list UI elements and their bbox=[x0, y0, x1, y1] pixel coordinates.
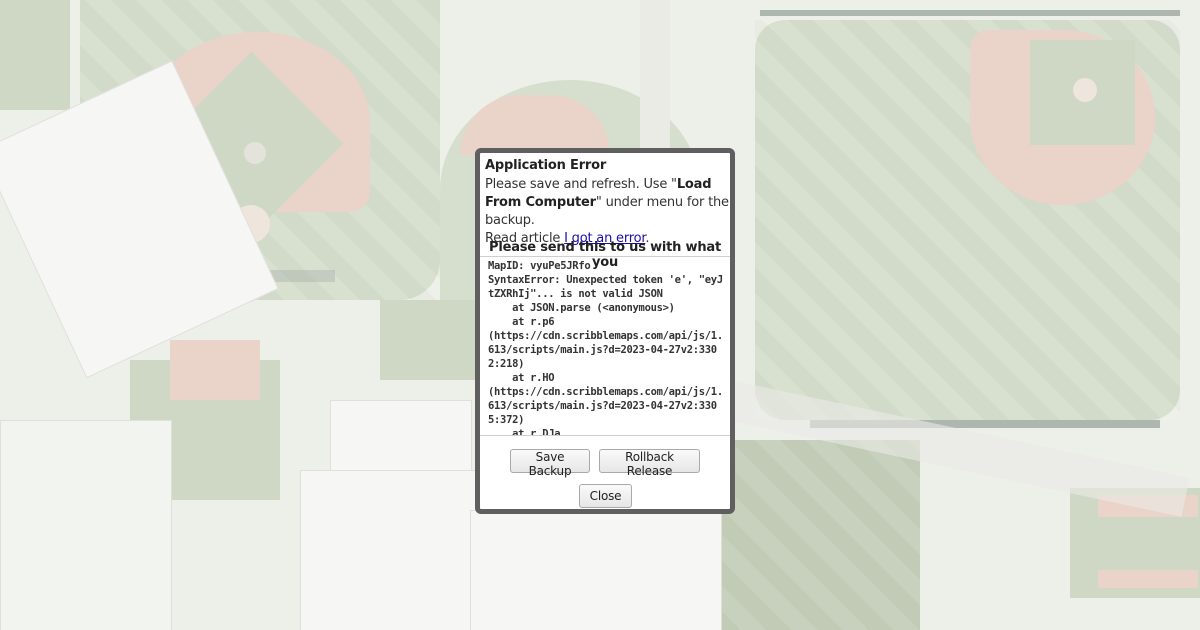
dialog-title: Application Error bbox=[485, 158, 607, 173]
close-button[interactable]: Close bbox=[579, 484, 632, 508]
save-backup-button[interactable]: Save Backup bbox=[510, 449, 590, 478]
application-error-dialog: Application Error Please save and refres… bbox=[475, 148, 735, 514]
rollback-release-button[interactable]: Rollback Release bbox=[599, 449, 700, 478]
error-log-textarea[interactable]: MapID: vyuPe5JRfo SyntaxError: Unexpecte… bbox=[480, 256, 730, 436]
message-prefix: Please save and refresh. Use " bbox=[485, 177, 677, 192]
dialog-message: Please save and refresh. Use "Load From … bbox=[485, 176, 729, 248]
